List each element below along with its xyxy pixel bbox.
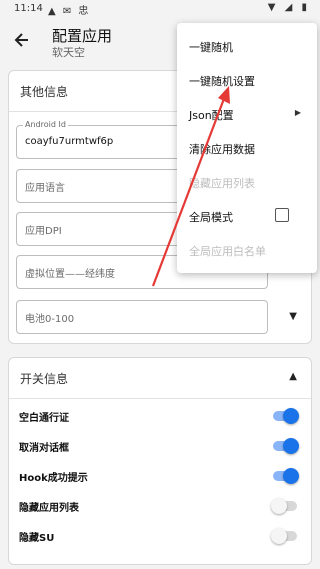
hide-app-list-toggle[interactable] [271,498,297,514]
menu-item-label: 一键随机 [189,41,233,54]
cancel-dialog-toggle[interactable] [273,438,299,454]
battery-field[interactable]: 电池0-100 [16,300,268,334]
arrow-back-icon[interactable] [12,30,32,50]
menu-item-label: 一键随机设置 [189,75,255,88]
menu-item-label: 全局应用白名单 [189,245,266,258]
menu-item-global-whitelist: 全局应用白名单 [177,233,317,267]
page-title: 配置应用 [52,27,113,45]
menu-item-clear-data[interactable]: 清除应用数据 [177,131,317,165]
switch-row-blank-pass[interactable]: 空白通行证 [9,401,311,431]
collapse-icon[interactable]: ▲ [289,371,297,382]
android-id-value: coayfu7urmtwf6p [25,136,114,147]
hook-hint-toggle[interactable] [273,468,299,484]
menu-item-random[interactable]: 一键随机 [177,29,317,63]
menu-item-label: 隐藏应用列表 [189,177,255,190]
switch-label: 取消对话框 [19,443,69,454]
switch-info-title: 开关信息 [20,372,69,386]
switch-label: 隐藏应用列表 [19,503,79,514]
system-icons: ▼ ◢ ▮ [267,2,310,13]
battery-placeholder: 电池0-100 [25,314,75,325]
notification-icons: ▲ ✉ 忠 [48,6,91,17]
page-subtitle: 软天空 [52,46,85,59]
overflow-menu: 一键随机 一键随机设置 Json配置 ▶ 清除应用数据 隐藏应用列表 全局模式 … [177,23,317,273]
menu-item-hide-app-list: 隐藏应用列表 [177,165,317,199]
switch-info-header[interactable]: 开关信息 ▲ [9,358,311,399]
menu-item-json-config[interactable]: Json配置 ▶ [177,97,317,131]
switch-row-hook-hint[interactable]: Hook成功提示 [9,461,311,491]
switch-row-cancel-dialog[interactable]: 取消对话框 [9,431,311,461]
menu-item-global-mode[interactable]: 全局模式 [177,199,317,233]
app-dpi-placeholder: 应用DPI [25,226,62,237]
virtual-location-placeholder: 虚拟位置——经纬度 [25,269,115,280]
switch-label: 空白通行证 [19,413,69,424]
switch-label: Hook成功提示 [19,473,88,484]
menu-item-label: 全局模式 [189,211,233,224]
switch-row-hide-app-list[interactable]: 隐藏应用列表 [9,491,311,521]
blank-pass-toggle[interactable] [273,408,299,424]
switch-row-hide-su[interactable]: 隐藏SU [9,521,311,551]
status-time: 11:14 [14,3,43,14]
android-id-label: Android Id [23,120,68,129]
menu-item-label: Json配置 [189,109,234,122]
app-language-placeholder: 应用语言 [25,183,65,194]
menu-item-label: 清除应用数据 [189,143,255,156]
switch-label: 隐藏SU [19,533,55,544]
other-info-title: 其他信息 [20,85,69,99]
status-bar: 11:14 ▲ ✉ 忠 ▼ ◢ ▮ [0,0,320,20]
submenu-arrow-icon: ▶ [294,108,301,117]
menu-item-random-settings[interactable]: 一键随机设置 [177,63,317,97]
global-mode-checkbox[interactable] [275,208,289,222]
dropdown-icon[interactable]: ▼ [289,311,297,322]
switch-info-card: 开关信息 ▲ 空白通行证 取消对话框 Hook成功提示 隐藏应用列表 隐藏SU [8,357,312,565]
hide-su-toggle[interactable] [271,528,297,544]
